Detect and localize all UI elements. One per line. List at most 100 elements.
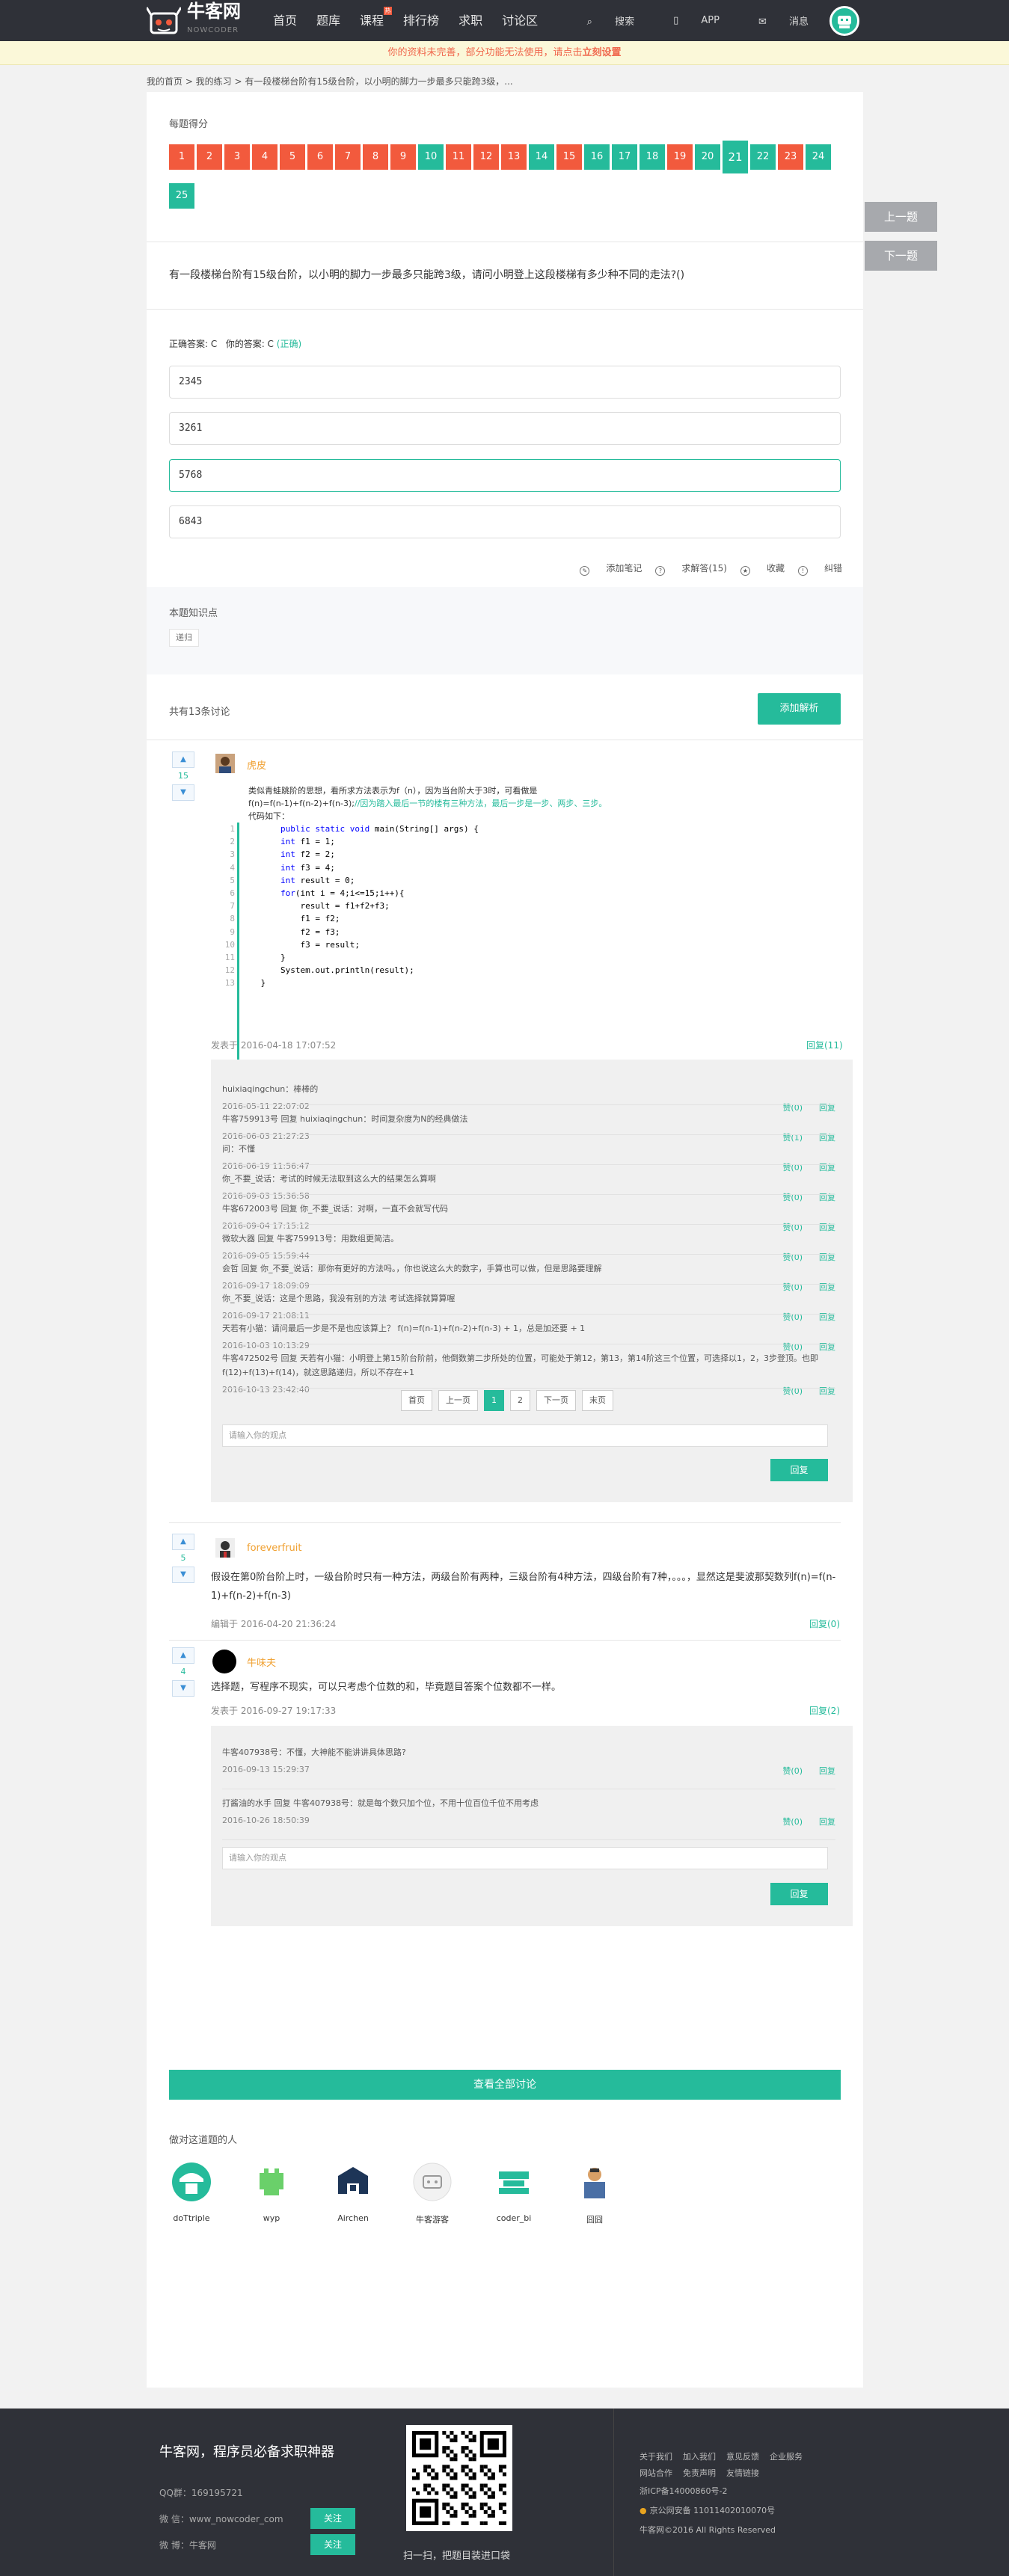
reply-button[interactable]: 回复 [819, 1311, 835, 1323]
question-number-11[interactable]: 11 [446, 144, 471, 170]
like-button[interactable]: 赞(0) [782, 1765, 803, 1777]
reply-button[interactable]: 回复 [819, 1161, 835, 1173]
question-number-10[interactable]: 10 [418, 144, 444, 170]
reply-input[interactable]: 请输入你的观点 [222, 1847, 828, 1869]
reply-button[interactable]: 回复 [819, 1385, 835, 1397]
reply-button[interactable]: 回复 [819, 1131, 835, 1143]
question-number-23[interactable]: 23 [778, 144, 803, 170]
reply-toggle[interactable]: 回复(0) [809, 1617, 840, 1630]
footer-link-feedback[interactable]: 意见反馈 [726, 2452, 759, 2462]
question-number-8[interactable]: 8 [363, 144, 388, 170]
option-d[interactable]: 6843 [169, 505, 841, 538]
footer-link-partner[interactable]: 网站合作 [640, 2468, 672, 2478]
question-number-7[interactable]: 7 [335, 144, 361, 170]
page-1-button[interactable]: 1 [484, 1390, 504, 1411]
reply-submit-button[interactable]: 回复 [770, 1459, 828, 1481]
correct-user[interactable]: wyp [242, 2161, 301, 2223]
question-number-2[interactable]: 2 [197, 144, 222, 170]
question-number-22[interactable]: 22 [750, 144, 776, 170]
like-button[interactable]: 赞(0) [782, 1816, 803, 1828]
site-logo[interactable]: 牛客网 NOWCODER [145, 1, 241, 37]
avatar[interactable] [215, 754, 235, 773]
search-link[interactable]: ⌕ 搜索 [568, 13, 634, 28]
reply-button[interactable]: 回复 [819, 1191, 835, 1203]
question-number-4[interactable]: 4 [252, 144, 277, 170]
reply-button[interactable]: 回复 [819, 1281, 835, 1293]
footer-link-disclaimer[interactable]: 免责声明 [683, 2468, 716, 2478]
reply-button[interactable]: 回复 [819, 1341, 835, 1353]
page-2-button[interactable]: 2 [510, 1390, 530, 1411]
reply-button[interactable]: 回复 [819, 1816, 835, 1828]
reply-button[interactable]: 回复 [819, 1221, 835, 1233]
correct-user[interactable]: 囧囧 [565, 2161, 625, 2225]
question-number-14[interactable]: 14 [529, 144, 554, 170]
nav-home[interactable]: 首页 [263, 0, 307, 41]
next-page-button[interactable]: 下一页 [536, 1390, 576, 1411]
reply-submit-button[interactable]: 回复 [770, 1883, 828, 1905]
question-number-9[interactable]: 9 [390, 144, 416, 170]
prev-question-button[interactable]: 上一题 [865, 202, 937, 232]
footer-link-about[interactable]: 关于我们 [640, 2452, 672, 2462]
prev-page-button[interactable]: 上一页 [438, 1390, 478, 1411]
reply-button[interactable]: 回复 [819, 1101, 835, 1113]
author-name[interactable]: 牛味夫 [247, 1655, 276, 1669]
footer-link-join[interactable]: 加入我们 [683, 2452, 716, 2462]
avatar[interactable] [212, 1650, 236, 1673]
reply-toggle[interactable]: 回复(11) [806, 1039, 843, 1051]
question-number-15[interactable]: 15 [556, 144, 582, 170]
question-number-19[interactable]: 19 [667, 144, 693, 170]
nav-forum[interactable]: 讨论区 [492, 0, 548, 41]
reply-input[interactable]: 请输入你的观点 [222, 1424, 828, 1447]
like-button[interactable]: 赞(0) [782, 1385, 803, 1397]
follow-weibo-button[interactable]: 关注 [310, 2534, 355, 2555]
option-a[interactable]: 2345 [169, 366, 841, 399]
question-number-13[interactable]: 13 [501, 144, 527, 170]
nav-question-bank[interactable]: 题库 [307, 0, 350, 41]
view-all-discussions-button[interactable]: 查看全部讨论 [169, 2070, 841, 2100]
favorite-button[interactable]: ★ 收藏 [740, 562, 785, 576]
correct-user[interactable]: Airchen [323, 2161, 383, 2223]
nav-ranking[interactable]: 排行榜 [393, 0, 449, 41]
first-page-button[interactable]: 首页 [401, 1390, 432, 1411]
question-number-17[interactable]: 17 [612, 144, 637, 170]
footer-link-friends[interactable]: 友情链接 [726, 2468, 759, 2478]
correct-user[interactable]: 牛客游客 [402, 2161, 462, 2225]
knowledge-tag[interactable]: 递归 [169, 629, 199, 647]
option-b[interactable]: 3261 [169, 412, 841, 445]
next-question-button[interactable]: 下一题 [865, 241, 937, 271]
downvote-button[interactable]: ▼ [172, 1680, 194, 1697]
report-error-button[interactable]: ! 纠错 [797, 562, 842, 576]
question-number-20[interactable]: 20 [695, 144, 720, 170]
question-number-16[interactable]: 16 [584, 144, 610, 170]
correct-user[interactable]: doTtriple [162, 2161, 221, 2223]
question-number-3[interactable]: 3 [224, 144, 250, 170]
author-name[interactable]: foreverfruit [247, 1543, 302, 1554]
ask-button[interactable]: ? 求解答(15) [655, 562, 727, 576]
notice-setup-link[interactable]: 立刻设置 [583, 47, 622, 58]
reply-button[interactable]: 回复 [819, 1765, 835, 1777]
question-number-1[interactable]: 1 [169, 144, 194, 170]
upvote-button[interactable]: ▲ [172, 1534, 194, 1550]
author-name[interactable]: 虎皮 [247, 757, 266, 772]
user-avatar[interactable] [829, 5, 859, 36]
nav-courses[interactable]: 课程热 [350, 0, 393, 41]
question-number-25[interactable]: 25 [169, 183, 194, 209]
add-note-button[interactable]: ✎ 添加笔记 [580, 562, 642, 576]
footer-link-enterprise[interactable]: 企业服务 [770, 2452, 803, 2462]
reply-button[interactable]: 回复 [819, 1251, 835, 1263]
downvote-button[interactable]: ▼ [172, 784, 194, 801]
add-explanation-button[interactable]: 添加解析 [758, 693, 841, 725]
nav-jobs[interactable]: 求职 [449, 0, 492, 41]
message-link[interactable]: ✉ 消息 [739, 13, 809, 28]
downvote-button[interactable]: ▼ [172, 1567, 194, 1583]
question-number-24[interactable]: 24 [806, 144, 831, 170]
question-number-18[interactable]: 18 [640, 144, 665, 170]
avatar[interactable] [215, 1538, 235, 1558]
question-number-12[interactable]: 12 [473, 144, 499, 170]
app-link[interactable]: ▯ APP [654, 15, 720, 26]
last-page-button[interactable]: 末页 [582, 1390, 613, 1411]
question-number-5[interactable]: 5 [280, 144, 305, 170]
option-c[interactable]: 5768 [169, 459, 841, 492]
follow-wechat-button[interactable]: 关注 [310, 2508, 355, 2529]
upvote-button[interactable]: ▲ [172, 1647, 194, 1664]
